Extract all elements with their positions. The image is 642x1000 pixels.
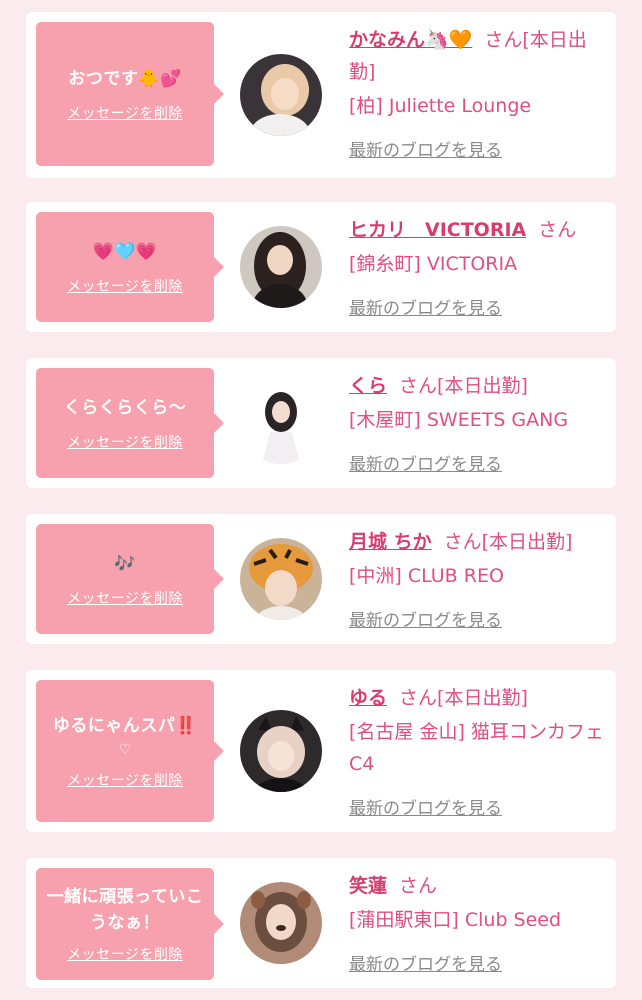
- message-text: くらくらくら〜: [63, 398, 187, 418]
- message-bubble: おつです🐥💕 メッセージを削除: [36, 22, 224, 166]
- latest-blog-link[interactable]: 最新のブログを見る: [349, 950, 609, 975]
- cast-info: ヒカリ VICTORIA さん [錦糸町] VICTORIA 最新のブログを見る: [349, 214, 609, 319]
- delete-message-link[interactable]: メッセージを削除: [67, 432, 183, 452]
- latest-blog-link[interactable]: 最新のブログを見る: [349, 450, 609, 475]
- avatar[interactable]: [240, 538, 322, 620]
- message-list: おつです🐥💕 メッセージを削除 かなみん🦄🧡 さん[本日出勤] [柏] Julie…: [0, 0, 642, 988]
- cast-name-link[interactable]: 笑蓮: [349, 875, 387, 897]
- cast-name-link[interactable]: 月城 ちか: [349, 531, 432, 553]
- message-bubble: くらくらくら〜 メッセージを削除: [36, 368, 224, 478]
- shop-name: [蒲田駅東口] Club Seed: [349, 909, 562, 931]
- avatar[interactable]: [240, 382, 322, 464]
- avatar[interactable]: [240, 54, 322, 136]
- shop-name: [柏] Juliette Lounge: [349, 95, 532, 117]
- message-text: 一緒に頑張っていこうなぁ！: [46, 887, 204, 933]
- list-item: 💗🩵💗 メッセージを削除 ヒカリ VICTORIA さん [錦糸町] VICTOR…: [26, 202, 616, 332]
- honorific: さん: [399, 875, 438, 897]
- list-item: くらくらくら〜 メッセージを削除 くら さん[本日出勤] [木屋町] SWEETS…: [26, 358, 616, 488]
- cast-name-link[interactable]: かなみん🦄🧡: [349, 29, 472, 51]
- message-bubble: 🎶 メッセージを削除: [36, 524, 224, 634]
- cast-name-link[interactable]: ヒカリ VICTORIA: [349, 219, 526, 241]
- message-bubble: ゆるにゃんスパ‼️ ♡ メッセージを削除: [36, 680, 224, 822]
- avatar[interactable]: [240, 710, 322, 792]
- message-bubble: 💗🩵💗 メッセージを削除: [36, 212, 224, 322]
- honorific: さん: [538, 219, 577, 241]
- avatar[interactable]: [240, 882, 322, 964]
- honorific: さん: [399, 687, 438, 709]
- delete-message-link[interactable]: メッセージを削除: [67, 276, 183, 296]
- shop-name: [中洲] CLUB REO: [349, 565, 504, 587]
- cast-info: 笑蓮 さん [蒲田駅東口] Club Seed 最新のブログを見る: [349, 870, 609, 975]
- shop-name: [木屋町] SWEETS GANG: [349, 409, 569, 431]
- message-bubble: 一緒に頑張っていこうなぁ！ メッセージを削除: [36, 868, 224, 980]
- cast-info: 月城 ちか さん[本日出勤] [中洲] CLUB REO 最新のブログを見る: [349, 526, 609, 631]
- shop-name: [錦糸町] VICTORIA: [349, 253, 518, 275]
- list-item: ゆるにゃんスパ‼️ ♡ メッセージを削除 ゆる さん[本日出勤] [名古屋 金山]…: [26, 670, 616, 832]
- list-item: おつです🐥💕 メッセージを削除 かなみん🦄🧡 さん[本日出勤] [柏] Julie…: [26, 12, 616, 178]
- cast-name-link[interactable]: くら: [349, 375, 387, 397]
- latest-blog-link[interactable]: 最新のブログを見る: [349, 794, 609, 819]
- message-text: おつです🐥💕: [68, 69, 182, 89]
- shift-status: [本日出勤]: [481, 531, 573, 553]
- list-item: 一緒に頑張っていこうなぁ！ メッセージを削除 笑蓮 さん [蒲田駅東口] Club…: [26, 858, 616, 988]
- message-text: 💗🩵💗: [92, 242, 158, 262]
- honorific: さん: [484, 29, 523, 51]
- cast-info: くら さん[本日出勤] [木屋町] SWEETS GANG 最新のブログを見る: [349, 370, 609, 475]
- honorific: さん: [443, 531, 482, 553]
- latest-blog-link[interactable]: 最新のブログを見る: [349, 136, 609, 161]
- cast-info: かなみん🦄🧡 さん[本日出勤] [柏] Juliette Lounge 最新のブロ…: [349, 24, 609, 161]
- delete-message-link[interactable]: メッセージを削除: [67, 588, 183, 608]
- delete-message-link[interactable]: メッセージを削除: [67, 944, 183, 964]
- cast-info: ゆる さん[本日出勤] [名古屋 金山] 猫耳コンカフェ C4 最新のブログを見る: [349, 682, 609, 819]
- latest-blog-link[interactable]: 最新のブログを見る: [349, 606, 609, 631]
- list-item: 🎶 メッセージを削除 月城 ちか さん[本日出勤] [中洲] CLUB REO 最…: [26, 514, 616, 644]
- message-text: ゆるにゃんスパ‼️: [52, 716, 198, 736]
- delete-message-link[interactable]: メッセージを削除: [67, 770, 183, 790]
- latest-blog-link[interactable]: 最新のブログを見る: [349, 294, 609, 319]
- message-subtext: ♡: [118, 742, 132, 758]
- shop-name: [名古屋 金山] 猫耳コンカフェ C4: [349, 721, 604, 775]
- shift-status: [本日出勤]: [437, 375, 528, 397]
- avatar[interactable]: [240, 226, 322, 308]
- honorific: さん: [399, 375, 438, 397]
- shift-status: [本日出勤]: [437, 687, 528, 709]
- message-text: 🎶: [114, 554, 136, 574]
- cast-name-link[interactable]: ゆる: [349, 687, 387, 709]
- delete-message-link[interactable]: メッセージを削除: [67, 103, 183, 123]
